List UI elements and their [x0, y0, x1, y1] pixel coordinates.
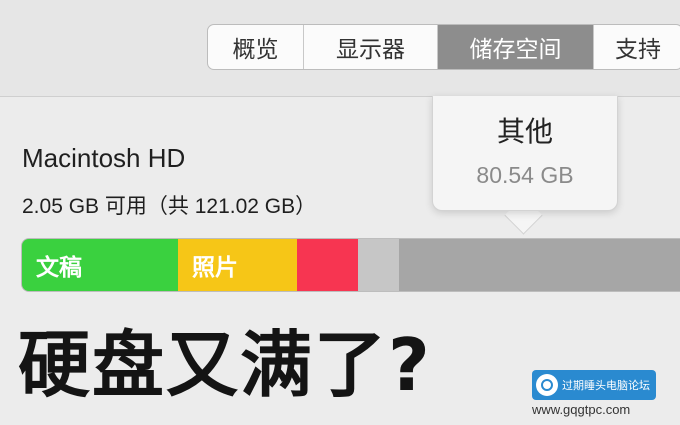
- headline-text: 硬盘又满了?: [18, 323, 432, 407]
- storage-tooltip: 其他 80.54 GB: [432, 96, 618, 211]
- segment-documents-label: 文稿: [36, 255, 82, 281]
- tab-support[interactable]: 支持: [594, 25, 680, 69]
- tab-overview[interactable]: 概览: [208, 25, 304, 69]
- storage-usage-bar: 文稿 照片: [21, 238, 680, 292]
- tab-storage[interactable]: 储存空间: [438, 25, 594, 69]
- window-toolbar: 概览 显示器 储存空间 支持: [0, 0, 680, 97]
- tooltip-title: 其他: [496, 115, 553, 148]
- segmented-tab-control: 概览 显示器 储存空间 支持: [207, 24, 680, 70]
- disk-free-space: 2.05 GB 可用（共 121.02 GB）: [22, 195, 317, 218]
- tab-displays[interactable]: 显示器: [304, 25, 438, 69]
- watermark-badge: 过期睡头电脑论坛: [532, 370, 656, 400]
- disk-name: Macintosh HD: [22, 143, 186, 173]
- watermark-name: 过期睡头电脑论坛: [562, 379, 650, 392]
- forum-logo-icon: [536, 374, 558, 396]
- segment-photos[interactable]: 照片: [178, 239, 297, 291]
- segment-light-gray-category[interactable]: [358, 239, 399, 291]
- segment-documents[interactable]: 文稿: [22, 239, 178, 291]
- segment-other[interactable]: [399, 239, 680, 291]
- tooltip-value: 80.54 GB: [476, 162, 574, 188]
- segment-red-category[interactable]: [297, 239, 358, 291]
- watermark-url: www.gqgtpc.com: [532, 402, 631, 417]
- segment-photos-label: 照片: [192, 255, 238, 281]
